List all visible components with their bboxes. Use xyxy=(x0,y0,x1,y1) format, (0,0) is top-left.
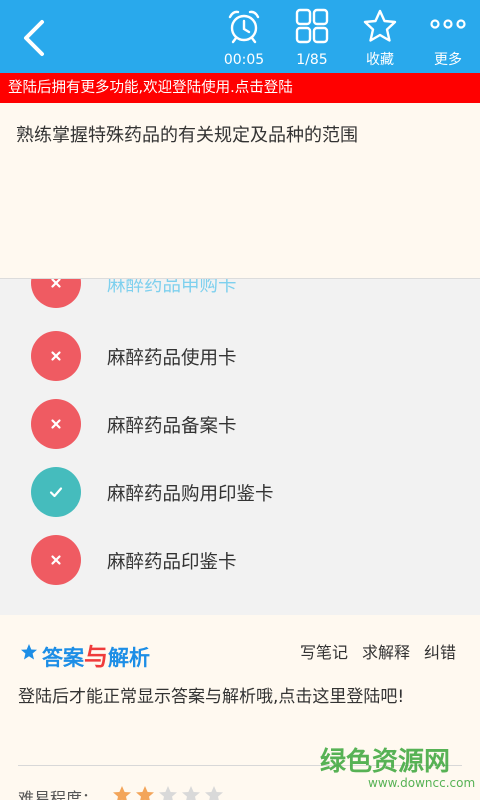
cross-icon xyxy=(51,419,61,429)
more-button[interactable]: 更多 xyxy=(413,6,480,70)
wrong-mark xyxy=(31,331,81,381)
star-icon xyxy=(363,9,397,42)
cross-icon xyxy=(51,279,61,288)
more-dots-icon xyxy=(430,19,466,29)
options-list: 麻醉药品申购卡 麻醉药品使用卡 麻醉药品备案卡 麻醉药品购用印鉴卡 麻醉药品印鉴… xyxy=(0,279,480,615)
star-icon xyxy=(21,644,37,660)
wrong-mark xyxy=(31,399,81,449)
analysis-actions: 写笔记 求解释 纠错 xyxy=(286,639,456,663)
option-item[interactable]: 麻醉药品购用印鉴卡 xyxy=(0,462,480,522)
star-empty-icon xyxy=(159,786,177,800)
star-filled-icon xyxy=(113,786,131,800)
back-button[interactable] xyxy=(14,16,54,60)
cross-icon xyxy=(51,351,61,361)
question-grid-button[interactable]: 1/85 xyxy=(277,6,347,70)
option-item[interactable]: 麻醉药品申购卡 xyxy=(0,279,480,313)
progress-label: 1/85 xyxy=(296,52,328,68)
star-empty-icon xyxy=(182,786,200,800)
timer-button[interactable]: 00:05 xyxy=(209,6,279,70)
alarm-clock-icon xyxy=(228,10,260,44)
analysis-title-mid: 与 xyxy=(84,643,108,671)
wrong-mark xyxy=(31,279,81,308)
analysis-title: 答案与解析 xyxy=(42,637,150,672)
option-item[interactable]: 麻醉药品使用卡 xyxy=(0,326,480,386)
more-label: 更多 xyxy=(434,52,462,68)
star-empty-icon xyxy=(205,786,223,800)
option-item[interactable]: 麻醉药品印鉴卡 xyxy=(0,530,480,590)
option-text: 麻醉药品印鉴卡 xyxy=(107,552,237,573)
watermark-main: 绿色资源网 xyxy=(320,747,451,777)
option-text: 麻醉药品备案卡 xyxy=(107,416,237,437)
difficulty-stars xyxy=(112,785,227,800)
wrong-mark xyxy=(31,535,81,585)
question-text: 熟练掌握特殊药品的有关规定及品种的范围 xyxy=(16,125,358,146)
analysis-title-left: 答案 xyxy=(42,646,84,670)
watermark-sub: www.downcc.com xyxy=(368,776,476,790)
chevron-left-icon xyxy=(24,20,44,56)
difficulty-label: 难易程度： xyxy=(18,789,99,800)
login-banner[interactable]: 登陆后拥有更多功能,欢迎登陆使用.点击登陆 xyxy=(0,73,480,103)
grid-icon xyxy=(295,8,329,44)
option-text: 麻醉药品使用卡 xyxy=(107,348,237,369)
cross-icon xyxy=(51,555,61,565)
option-text: 麻醉药品购用印鉴卡 xyxy=(107,484,274,505)
analysis-login-message[interactable]: 登陆后才能正常显示答案与解析哦,点击这里登陆吧! xyxy=(18,681,463,713)
option-text: 麻醉药品申购卡 xyxy=(107,279,237,296)
check-icon xyxy=(49,487,63,498)
favorite-label: 收藏 xyxy=(366,52,394,68)
correct-mark xyxy=(31,467,81,517)
star-filled-icon xyxy=(136,786,154,800)
report-error-button[interactable]: 纠错 xyxy=(424,643,456,662)
question-area: 熟练掌握特殊药品的有关规定及品种的范围 xyxy=(0,103,480,279)
ask-explanation-button[interactable]: 求解释 xyxy=(362,643,410,662)
top-toolbar: 00:05 1/85 收藏 更多 xyxy=(0,0,480,73)
write-note-button[interactable]: 写笔记 xyxy=(300,643,348,662)
favorite-button[interactable]: 收藏 xyxy=(345,6,415,70)
watermark: 绿色资源网 www.downcc.com xyxy=(310,741,480,796)
option-item[interactable]: 麻醉药品备案卡 xyxy=(0,394,480,454)
analysis-title-right: 解析 xyxy=(108,646,150,670)
timer-label: 00:05 xyxy=(223,52,265,68)
